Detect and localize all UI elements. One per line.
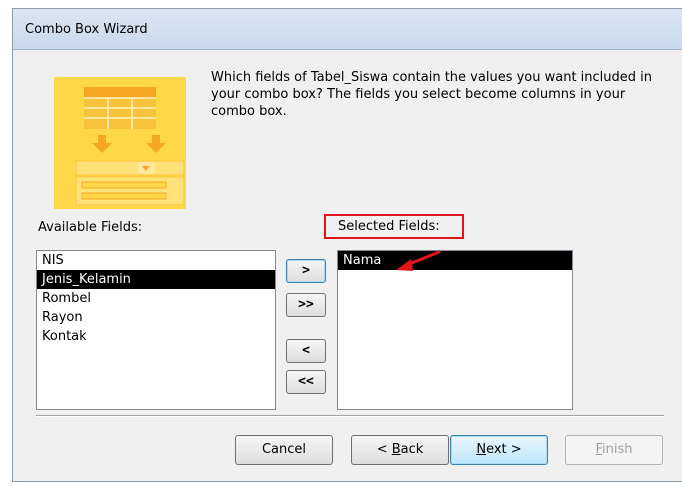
combo-box-wizard-graphic-icon	[54, 77, 186, 209]
finish-button-label: inish	[602, 442, 633, 457]
divider	[36, 415, 664, 417]
list-item[interactable]: Rayon	[37, 308, 275, 327]
remove-field-button[interactable]: <	[286, 339, 326, 363]
list-item[interactable]: Kontak	[37, 327, 275, 346]
back-button-label: ack	[400, 442, 424, 457]
back-button-mnemonic: B	[391, 442, 401, 457]
selected-fields-label: Selected Fields:	[338, 219, 440, 234]
next-button-mnemonic: N	[476, 442, 487, 457]
selected-fields-list[interactable]: Nama	[337, 250, 573, 410]
cancel-button[interactable]: Cancel	[235, 435, 333, 465]
add-field-button[interactable]: >	[286, 259, 326, 283]
available-fields-list[interactable]: NIS Jenis_Kelamin Rombel Rayon Kontak	[36, 250, 276, 410]
back-button-prefix: <	[376, 442, 392, 457]
next-button[interactable]: Next >	[450, 435, 548, 465]
title-bar[interactable]: Combo Box Wizard	[13, 9, 682, 50]
available-fields-label: Available Fields:	[38, 220, 143, 235]
list-item[interactable]: Jenis_Kelamin	[37, 270, 275, 289]
remove-all-fields-button[interactable]: <<	[286, 370, 326, 394]
add-all-fields-button[interactable]: >>	[286, 293, 326, 317]
list-item[interactable]: Rombel	[37, 289, 275, 308]
window-title: Combo Box Wizard	[25, 22, 148, 37]
wizard-dialog: Combo Box Wizard Which fields of Tabel_S…	[12, 8, 682, 482]
next-button-label: ext >	[486, 442, 522, 457]
intro-text: Which fields of Tabel_Siswa contain the …	[211, 70, 653, 119]
back-button[interactable]: < Back	[351, 435, 449, 465]
list-item[interactable]: NIS	[37, 251, 275, 270]
list-item[interactable]: Nama	[338, 251, 572, 270]
selected-fields-highlight: Selected Fields:	[324, 214, 464, 239]
red-arrow-icon	[396, 250, 441, 271]
finish-button[interactable]: Finish	[565, 435, 663, 465]
